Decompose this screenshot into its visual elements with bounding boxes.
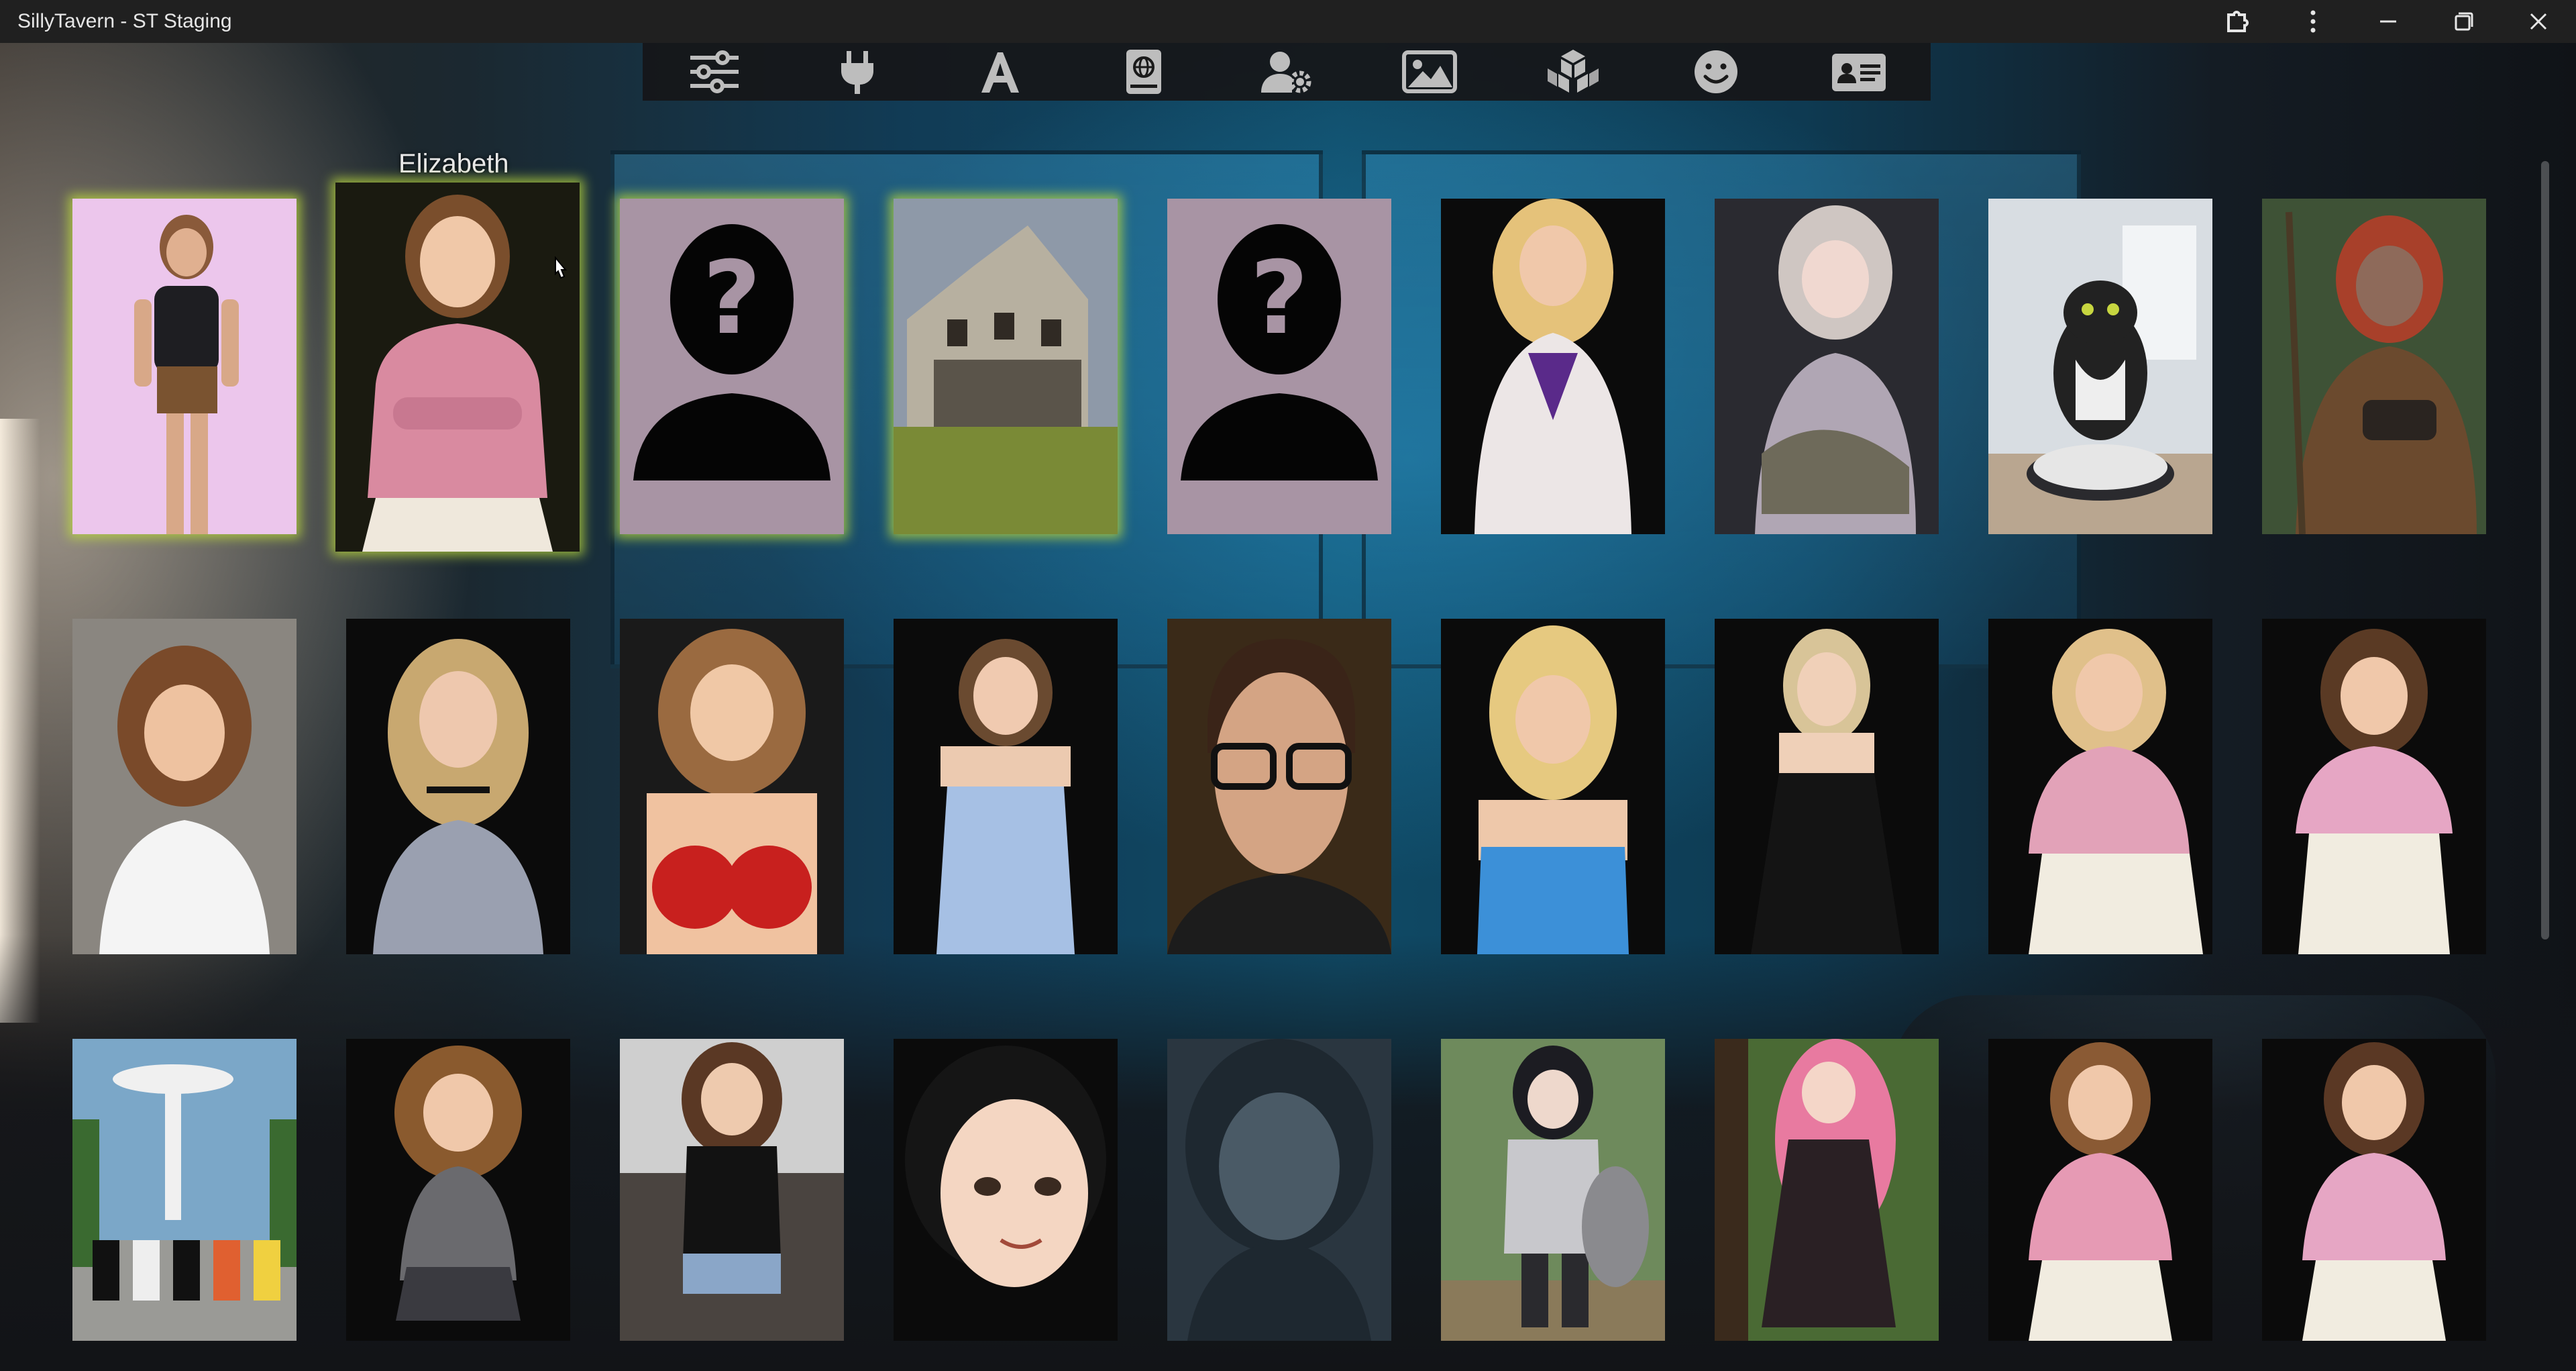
character-card[interactable] bbox=[1441, 619, 1665, 954]
top-navigation bbox=[643, 43, 1931, 101]
character-card[interactable] bbox=[894, 1039, 1118, 1341]
window-title-bar: SillyTavern - ST Staging bbox=[0, 0, 2576, 43]
cubes-icon[interactable] bbox=[1533, 43, 1613, 101]
character-card[interactable] bbox=[1441, 199, 1665, 534]
character-card[interactable] bbox=[72, 619, 297, 954]
character-card[interactable] bbox=[1715, 1039, 1939, 1341]
character-card[interactable] bbox=[1167, 619, 1391, 954]
close-icon[interactable] bbox=[2501, 0, 2576, 43]
scrollbar[interactable] bbox=[2541, 161, 2549, 940]
character-card[interactable] bbox=[1715, 199, 1939, 534]
character-card-placeholder[interactable]: ? bbox=[620, 199, 844, 534]
plug-icon[interactable] bbox=[817, 43, 898, 101]
character-card[interactable] bbox=[620, 619, 844, 954]
mouse-cursor-icon bbox=[555, 256, 568, 279]
character-card[interactable] bbox=[346, 619, 570, 954]
extension-icon[interactable] bbox=[2200, 0, 2275, 43]
more-options-icon[interactable] bbox=[2275, 0, 2351, 43]
maximize-icon[interactable] bbox=[2426, 0, 2501, 43]
book-globe-icon[interactable] bbox=[1104, 43, 1184, 101]
character-card[interactable] bbox=[1988, 1039, 2212, 1341]
character-card[interactable] bbox=[1441, 1039, 1665, 1341]
character-card[interactable] bbox=[1167, 1039, 1391, 1341]
window-controls bbox=[2200, 0, 2576, 43]
sliders-icon[interactable] bbox=[674, 43, 755, 101]
character-card[interactable] bbox=[1715, 619, 1939, 954]
svg-text:?: ? bbox=[1250, 240, 1308, 357]
id-card-icon[interactable] bbox=[1819, 43, 1899, 101]
character-card[interactable] bbox=[894, 619, 1118, 954]
character-card-placeholder[interactable]: ? bbox=[1167, 199, 1391, 534]
hovered-card-name: Elizabeth bbox=[398, 149, 509, 179]
character-card[interactable] bbox=[346, 1039, 570, 1341]
user-settings-icon[interactable] bbox=[1246, 43, 1327, 101]
character-card-elizabeth[interactable] bbox=[335, 183, 580, 552]
character-card[interactable] bbox=[620, 1039, 844, 1341]
smiley-icon[interactable] bbox=[1676, 43, 1756, 101]
character-card[interactable] bbox=[72, 199, 297, 534]
image-icon[interactable] bbox=[1389, 43, 1470, 101]
character-card[interactable] bbox=[2262, 199, 2486, 534]
character-card[interactable] bbox=[1988, 619, 2212, 954]
window-title: SillyTavern - ST Staging bbox=[17, 10, 232, 32]
character-card[interactable] bbox=[72, 1039, 297, 1341]
background-light bbox=[0, 419, 40, 1023]
character-card[interactable] bbox=[894, 199, 1118, 534]
svg-text:?: ? bbox=[702, 240, 761, 357]
character-card[interactable] bbox=[1988, 199, 2212, 534]
character-card[interactable] bbox=[2262, 1039, 2486, 1341]
font-icon[interactable] bbox=[960, 43, 1040, 101]
character-card[interactable] bbox=[2262, 619, 2486, 954]
minimize-icon[interactable] bbox=[2351, 0, 2426, 43]
